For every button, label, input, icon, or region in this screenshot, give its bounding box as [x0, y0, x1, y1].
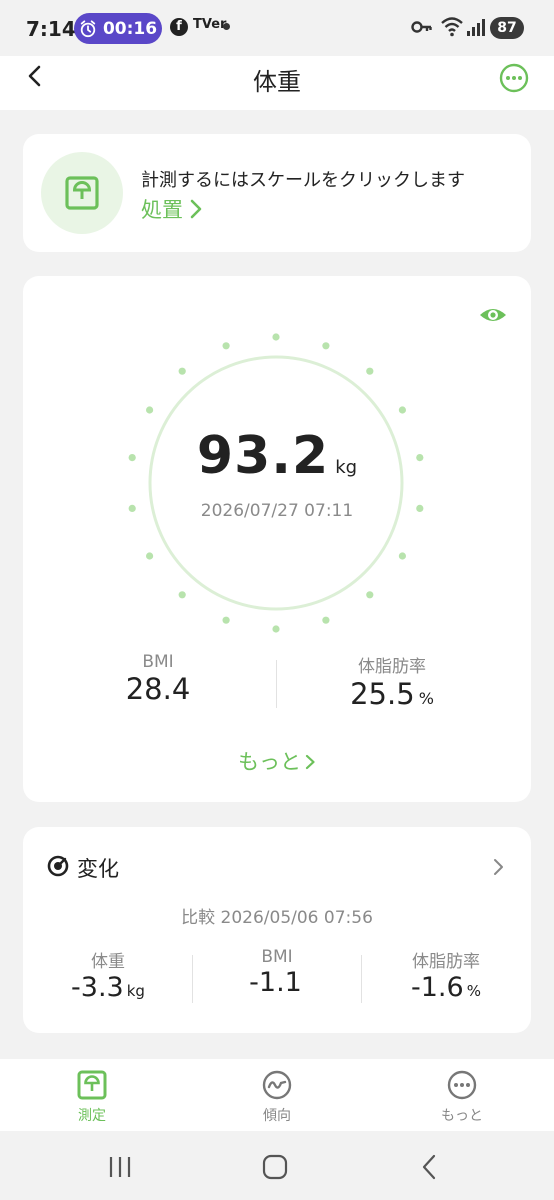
- change-card[interactable]: 変化 比較 2026/05/06 07:56 体重 -3.3 kg BMI -1.…: [23, 827, 531, 1033]
- gauge-dot: [146, 406, 154, 414]
- system-nav-bar: [0, 1131, 554, 1200]
- compare-datetime: 比較 2026/05/06 07:56: [181, 908, 373, 928]
- app-header: 体重: [0, 56, 554, 110]
- bmi-label: BMI: [142, 652, 174, 672]
- tver-icon: TVer: [193, 17, 227, 32]
- gauge-dot: [178, 591, 186, 599]
- body-fat-unit: %: [418, 689, 434, 708]
- bmi-change-label: BMI: [261, 947, 293, 967]
- chevron-right-icon: [190, 199, 202, 219]
- gauge-dot: [366, 591, 374, 599]
- tab-measure[interactable]: 測定: [22, 1069, 162, 1125]
- back-nav-icon[interactable]: [416, 1153, 444, 1181]
- weight-change-value: -3.3: [71, 972, 124, 1003]
- weight-card: 93.2 kg 2026/07/27 07:11 BMI 28.4 体脂肪率 25…: [23, 276, 531, 802]
- bmi-metric: BMI 28.4: [31, 652, 285, 706]
- tab-more-label: もっと: [441, 1108, 483, 1124]
- body-fat-change-metric: 体脂肪率 -1.6%: [361, 947, 531, 1003]
- gauge-dot: [146, 552, 154, 560]
- eye-icon[interactable]: [479, 304, 507, 326]
- weight-value: 93.2: [196, 426, 330, 486]
- home-icon[interactable]: [261, 1153, 289, 1181]
- tab-trend[interactable]: 傾向: [207, 1069, 347, 1125]
- weight-change-unit: kg: [126, 982, 145, 1000]
- bottom-tab-bar: 測定 傾向 もっと: [0, 1059, 554, 1131]
- status-bar: 7:14 00:16 f TVer 87: [0, 0, 554, 56]
- gauge-dot: [222, 616, 230, 624]
- vpn-key-icon: [411, 21, 432, 33]
- gauge-dot: [222, 342, 230, 350]
- bmi-change-metric: BMI -1.1: [192, 947, 362, 998]
- notification-dot-icon: [223, 23, 230, 30]
- weight-value-row: 93.2 kg: [23, 426, 531, 486]
- body-fat-change-unit: %: [466, 982, 481, 1000]
- body-fat-value: 25.5: [350, 677, 415, 711]
- more-details-link[interactable]: もっと: [23, 746, 531, 776]
- gauge-dot: [398, 406, 406, 414]
- status-time: 7:14: [26, 17, 76, 41]
- chevron-right-icon: [305, 754, 315, 770]
- scale-icon: [65, 176, 99, 210]
- scale-icon: [77, 1070, 107, 1100]
- tab-trend-label: 傾向: [263, 1108, 291, 1124]
- gauge-dot: [272, 333, 280, 341]
- tip-action-link[interactable]: 処置: [141, 194, 203, 224]
- page-title: 体重: [253, 68, 301, 96]
- tip-message: 計測するにはスケールをクリックします: [141, 170, 465, 191]
- more-details-label: もっと: [238, 750, 301, 774]
- gauge-dot: [366, 367, 374, 375]
- signal-icon: [467, 19, 485, 36]
- body-fat-change-label: 体脂肪率: [412, 952, 480, 972]
- target-icon: [47, 855, 69, 877]
- body-fat-metric: 体脂肪率 25.5%: [265, 652, 519, 711]
- gauge-dot: [322, 616, 330, 624]
- tab-more[interactable]: もっと: [392, 1069, 532, 1125]
- tab-measure-label: 測定: [78, 1108, 106, 1124]
- alarm-clock-icon: [80, 19, 96, 37]
- gauge-dot: [178, 367, 186, 375]
- weight-change-label: 体重: [91, 952, 125, 972]
- measure-tip-card[interactable]: 計測するにはスケールをクリックします 処置: [23, 134, 531, 252]
- alarm-timer-pill[interactable]: 00:16: [74, 13, 162, 44]
- scale-icon-badge: [41, 152, 123, 234]
- chevron-right-icon[interactable]: [493, 857, 505, 877]
- tip-action-label: 処置: [141, 198, 183, 222]
- weight-unit: kg: [335, 457, 358, 478]
- wifi-icon: [441, 17, 463, 37]
- bmi-value: 28.4: [125, 672, 191, 706]
- gauge-dot: [272, 625, 280, 633]
- body-fat-change-value: -1.6: [411, 972, 464, 1003]
- body-fat-label: 体脂肪率: [358, 657, 426, 677]
- bmi-change-value: -1.1: [249, 967, 302, 998]
- gauge-dot: [398, 552, 406, 560]
- facebook-icon: f: [170, 18, 188, 36]
- recent-apps-icon[interactable]: [106, 1153, 134, 1181]
- more-options-icon: [447, 1070, 477, 1100]
- more-options-icon[interactable]: [498, 62, 530, 94]
- battery-indicator: 87: [490, 17, 524, 39]
- trend-icon: [262, 1070, 292, 1100]
- weight-change-metric: 体重 -3.3 kg: [23, 947, 193, 1003]
- alarm-timer-text: 00:16: [102, 18, 158, 39]
- gauge-dot: [322, 342, 330, 350]
- weight-datetime: 2026/07/27 07:11: [200, 501, 354, 521]
- change-title: 変化: [77, 857, 119, 881]
